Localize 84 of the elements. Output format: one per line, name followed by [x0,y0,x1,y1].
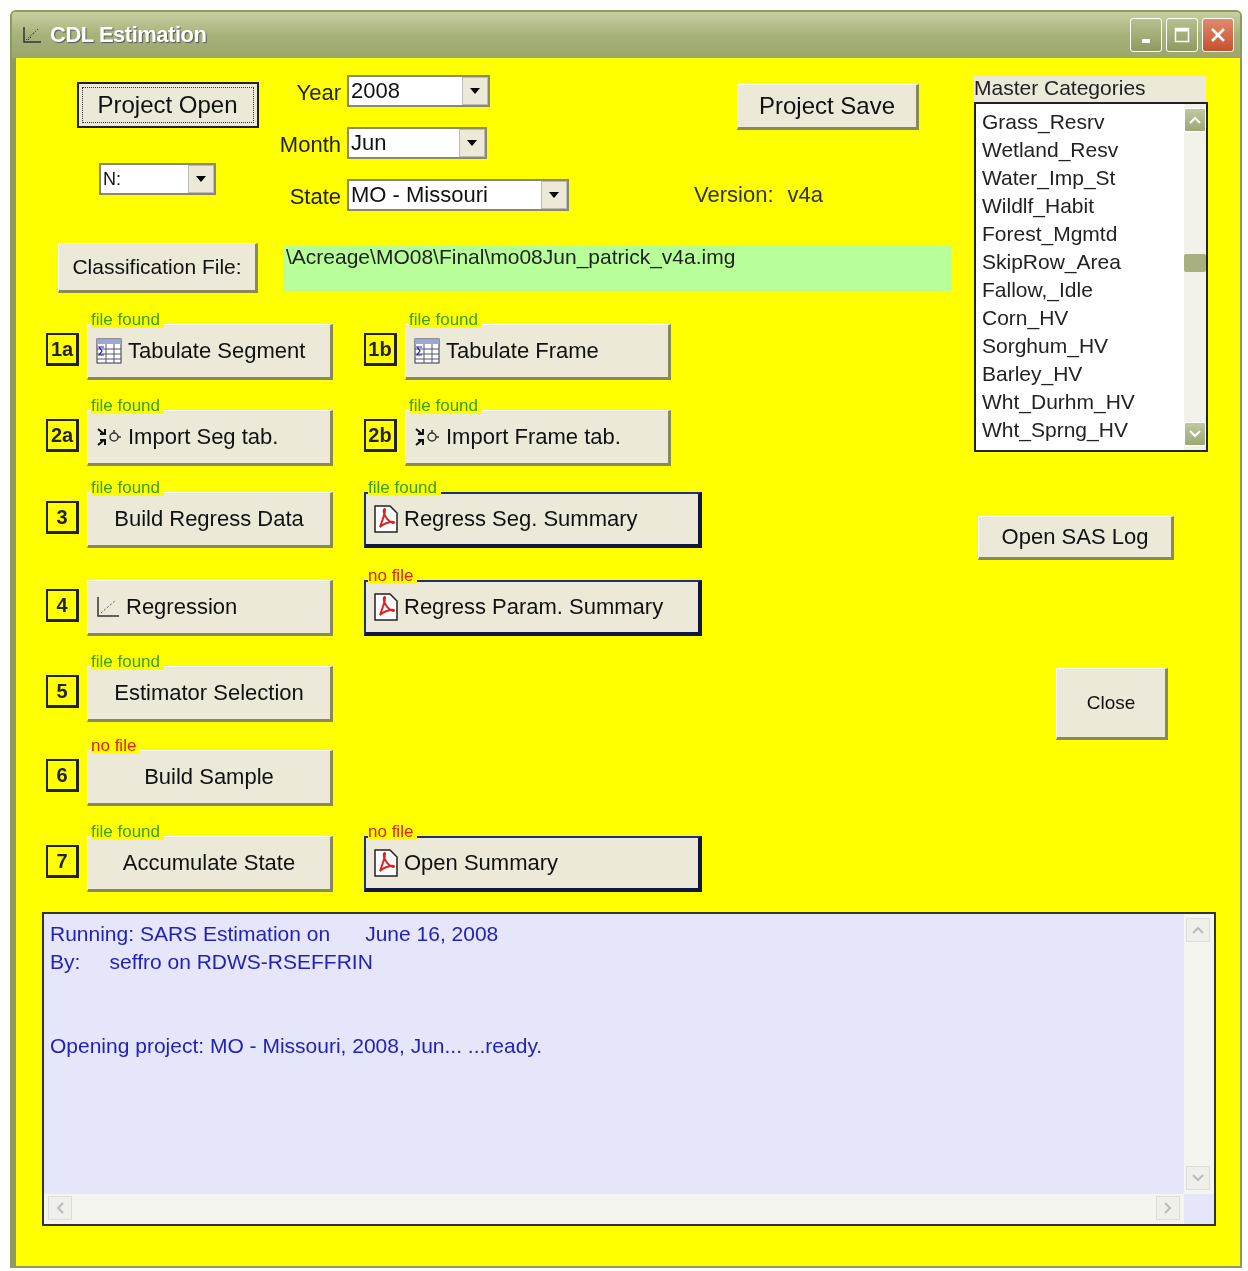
log-line: Running: SARS Estimation on June 16, 2008 [50,921,500,947]
project-save-button[interactable]: Project Save [737,84,919,130]
step-number: 1b [364,333,397,366]
minimize-button[interactable] [1130,18,1162,52]
close-button[interactable] [1202,18,1234,52]
step-number: 2b [364,419,397,452]
list-item[interactable]: SkipRow_Area [982,248,1184,276]
file-status: file found [91,654,164,670]
step-button[interactable]: Tabulate Segment [87,324,333,380]
chart-icon [22,26,42,44]
field-label: Month [278,132,341,158]
close-icon [1210,27,1226,43]
dropdown[interactable]: 2008 [347,75,490,107]
step-number: 3 [46,501,79,534]
file-status: file found [91,480,164,496]
list-item[interactable]: Wht_Sprng_HV [982,416,1184,444]
file-status: file found [409,312,482,328]
list-item[interactable]: Grass_Resrv [982,108,1184,136]
log-line: By: seffro on RDWS-RSEFFRIN [50,949,374,975]
step-number: 1a [46,333,79,366]
close-form-button[interactable]: Close [1056,668,1168,740]
category-list[interactable]: Grass_Resrv Wetland_Resv Water_Imp_St Wildlf_Habit Forest_Mgmtd SkipRow_Area Fallow,_Idle Corn_HV Sorghum_HV Barley_HV Wht_Durhm_HV Wht_Sprng_HV [974,102,1208,452]
minimize-icon [1142,39,1150,43]
step-button[interactable]: Import Seg tab. [87,410,333,466]
field-label: Year [295,80,341,106]
file-status: file found [91,312,164,328]
open-sas-log-button[interactable]: Open SAS Log [978,516,1174,560]
step-number: 6 [46,759,79,792]
log-line: Opening project: MO - Missouri, 2008, Jun... ...ready. [50,1033,544,1059]
step-number: 7 [46,845,79,878]
maximize-icon [1174,27,1190,43]
list-item[interactable]: Water_Imp_St [982,164,1184,192]
list-item[interactable]: Fallow,_Idle [982,276,1184,304]
file-status: file found [409,398,482,414]
list-item[interactable]: Forest_Mgmtd [982,220,1184,248]
list-item[interactable]: Wildlf_Habit [982,192,1184,220]
file-status: no file [368,568,418,584]
scroll-down-icon [1184,422,1206,446]
table-icon [96,338,122,364]
dropdown[interactable]: MO - Missouri [347,179,569,211]
window-title: CDL Estimation [50,22,207,48]
scrollbar[interactable] [1184,104,1206,450]
file-status: file found [91,398,164,414]
step-button[interactable]: Tabulate Frame [405,324,671,380]
field-label: State [288,184,341,210]
list-item[interactable]: Sorghum_HV [982,332,1184,360]
list-item[interactable]: Wetland_Resv [982,136,1184,164]
list-item[interactable]: Wht_Durhm_HV [982,388,1184,416]
version-value: v4a [787,182,823,208]
file-status: file found [91,824,164,840]
step-button[interactable]: Open Summary [364,836,702,892]
arrows-icon [96,426,122,448]
step-button[interactable]: Regress Param. Summary [364,580,702,636]
step-button[interactable]: Accumulate State [87,836,333,892]
step-button[interactable]: Regression [87,580,333,636]
file-status: no file [91,738,141,754]
step-button[interactable]: Import Frame tab. [405,410,671,466]
step-button[interactable]: Build Regress Data [87,492,333,548]
chart-icon [96,596,120,618]
list-item[interactable]: Corn_HV [982,304,1184,332]
dropdown[interactable]: Jun [347,127,487,159]
scroll-up-icon [1184,108,1206,132]
pdf-icon [374,505,398,533]
classification-file-button[interactable]: Classification File: [58,243,258,293]
step-button[interactable]: Build Sample [87,750,333,806]
step-button[interactable]: Regress Seg. Summary [364,492,702,548]
table-icon [414,338,440,364]
project-open-button[interactable]: Project Open [76,82,259,128]
list-title: Master Categories [974,76,1206,102]
arrows-icon [414,426,440,448]
step-number: 4 [46,589,79,622]
list-item[interactable]: Barley_HV [982,360,1184,388]
step-number: 5 [46,675,79,708]
step-button[interactable]: Estimator Selection [87,666,333,722]
file-status: no file [368,824,418,840]
pdf-icon [374,849,398,877]
file-status: file found [368,480,441,496]
file-path-field: \Acreage\MO08\Final\mo08Jun_patrick_v4a.img [284,245,951,291]
pdf-icon [374,593,398,621]
version-label: Version: [694,182,774,208]
drive-dropdown[interactable]: N: [99,163,216,195]
maximize-button[interactable] [1166,18,1198,52]
scroll-thumb[interactable] [1184,254,1206,272]
step-number: 2a [46,419,79,452]
